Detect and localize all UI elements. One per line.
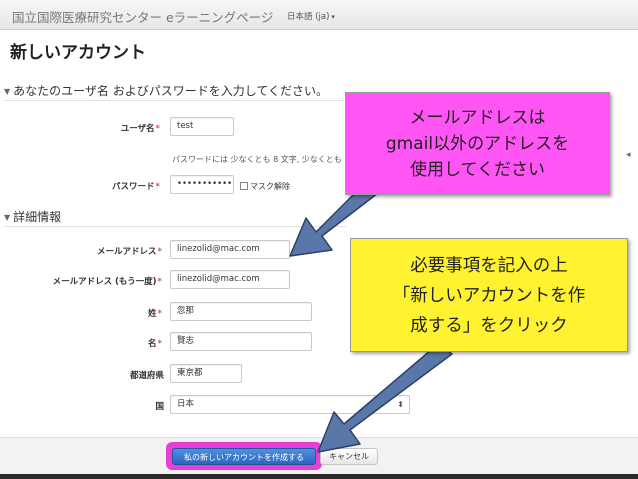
language-menu[interactable]: 日本語 (ja) ▾ [287, 10, 335, 22]
collapse-triangle-icon: ▼ [4, 213, 11, 222]
callout-submit-note: 必要事項を記入の上 「新しいアカウントを作 成する」をクリック [350, 238, 628, 352]
callout-email-note: メールアドレスは gmail以外のアドレスを 使用してください [345, 92, 610, 195]
cancel-button[interactable]: キャンセル [320, 448, 378, 465]
callout-line: メールアドレスは [409, 108, 546, 128]
username-label-text: ユーザ名 [120, 124, 155, 134]
required-marker: * [155, 124, 160, 134]
firstname-input[interactable]: 賢志 [170, 332, 312, 351]
navbar: 国立国際医療研究センター eラーニングページ 日本語 (ja) ▾ [0, 0, 638, 30]
email-label: メールアドレス* [20, 245, 162, 257]
password-label-text: パスワード [112, 182, 155, 192]
section-legend-details[interactable]: ▼ 詳細情報 [4, 208, 61, 225]
country-label: 国 [155, 402, 164, 412]
page-title: 新しいアカウント [10, 43, 146, 63]
section-legend-details-text: 詳細情報 [13, 210, 62, 224]
password-input[interactable]: ••••••••••• [170, 175, 234, 194]
lastname-label-text: 姓 [148, 309, 157, 319]
password-hint: パスワードには 少なくとも 8 文字, 少なくとも [172, 155, 342, 164]
firstname-label-text: 名 [148, 339, 157, 349]
section-divider [4, 100, 344, 101]
callout-line: 必要事項を記入の上 [410, 256, 568, 276]
city-input[interactable]: 東京都 [170, 364, 242, 383]
city-label: 都道府県 [129, 371, 164, 381]
section-legend-account-text: あなたのユーザ名 およびパスワードを入力してください。 [13, 84, 329, 98]
lastname-label: 姓* [60, 307, 162, 319]
checkbox-icon [240, 182, 248, 190]
email-label-text: メールアドレス [97, 247, 157, 257]
required-marker: * [155, 182, 160, 192]
email-input[interactable]: linezolid@mac.com [170, 240, 290, 259]
callout-line: 「新しいアカウントを作 [392, 286, 586, 306]
callout-line: 使用してください [410, 160, 545, 180]
password-label: パスワード* [60, 180, 160, 192]
callout-line: gmail以外のアドレスを [385, 134, 570, 154]
required-marker: * [157, 277, 162, 287]
section-divider [4, 226, 346, 227]
email-confirm-input[interactable]: linezolid@mac.com [170, 270, 290, 289]
username-label: ユーザ名* [60, 122, 160, 134]
help-triangle-icon: ◂ [626, 150, 631, 160]
section-legend-account[interactable]: ▼ あなたのユーザ名 およびパスワードを入力してください。 [4, 82, 328, 99]
required-marker: * [157, 247, 162, 257]
country-select[interactable]: 日本 ⬍ [170, 395, 410, 414]
username-input[interactable]: test [170, 117, 234, 136]
country-select-value: 日本 [177, 399, 195, 409]
create-account-button[interactable]: 私の新しいアカウントを作成する [172, 448, 316, 465]
callout-line: 成する」をクリック [410, 316, 568, 336]
required-marker: * [157, 339, 162, 349]
firstname-label: 名* [60, 337, 162, 349]
lastname-input[interactable]: 忽那 [170, 302, 312, 321]
email-confirm-label-text: メールアドレス (もう一度) [52, 277, 157, 287]
email-confirm-label: メールアドレス (もう一度)* [10, 275, 162, 287]
collapse-triangle-icon: ▼ [4, 87, 11, 96]
language-menu-label: 日本語 (ja) [287, 12, 330, 22]
unmask-label: マスク解除 [250, 182, 290, 191]
required-marker: * [157, 309, 162, 319]
unmask-checkbox[interactable]: マスク解除 [240, 181, 290, 192]
slide-bottom-edge [0, 474, 638, 479]
site-brand[interactable]: 国立国際医療研究センター eラーニングページ [12, 7, 273, 26]
select-arrows-icon: ⬍ [397, 400, 404, 409]
caret-down-icon: ▾ [331, 13, 335, 21]
